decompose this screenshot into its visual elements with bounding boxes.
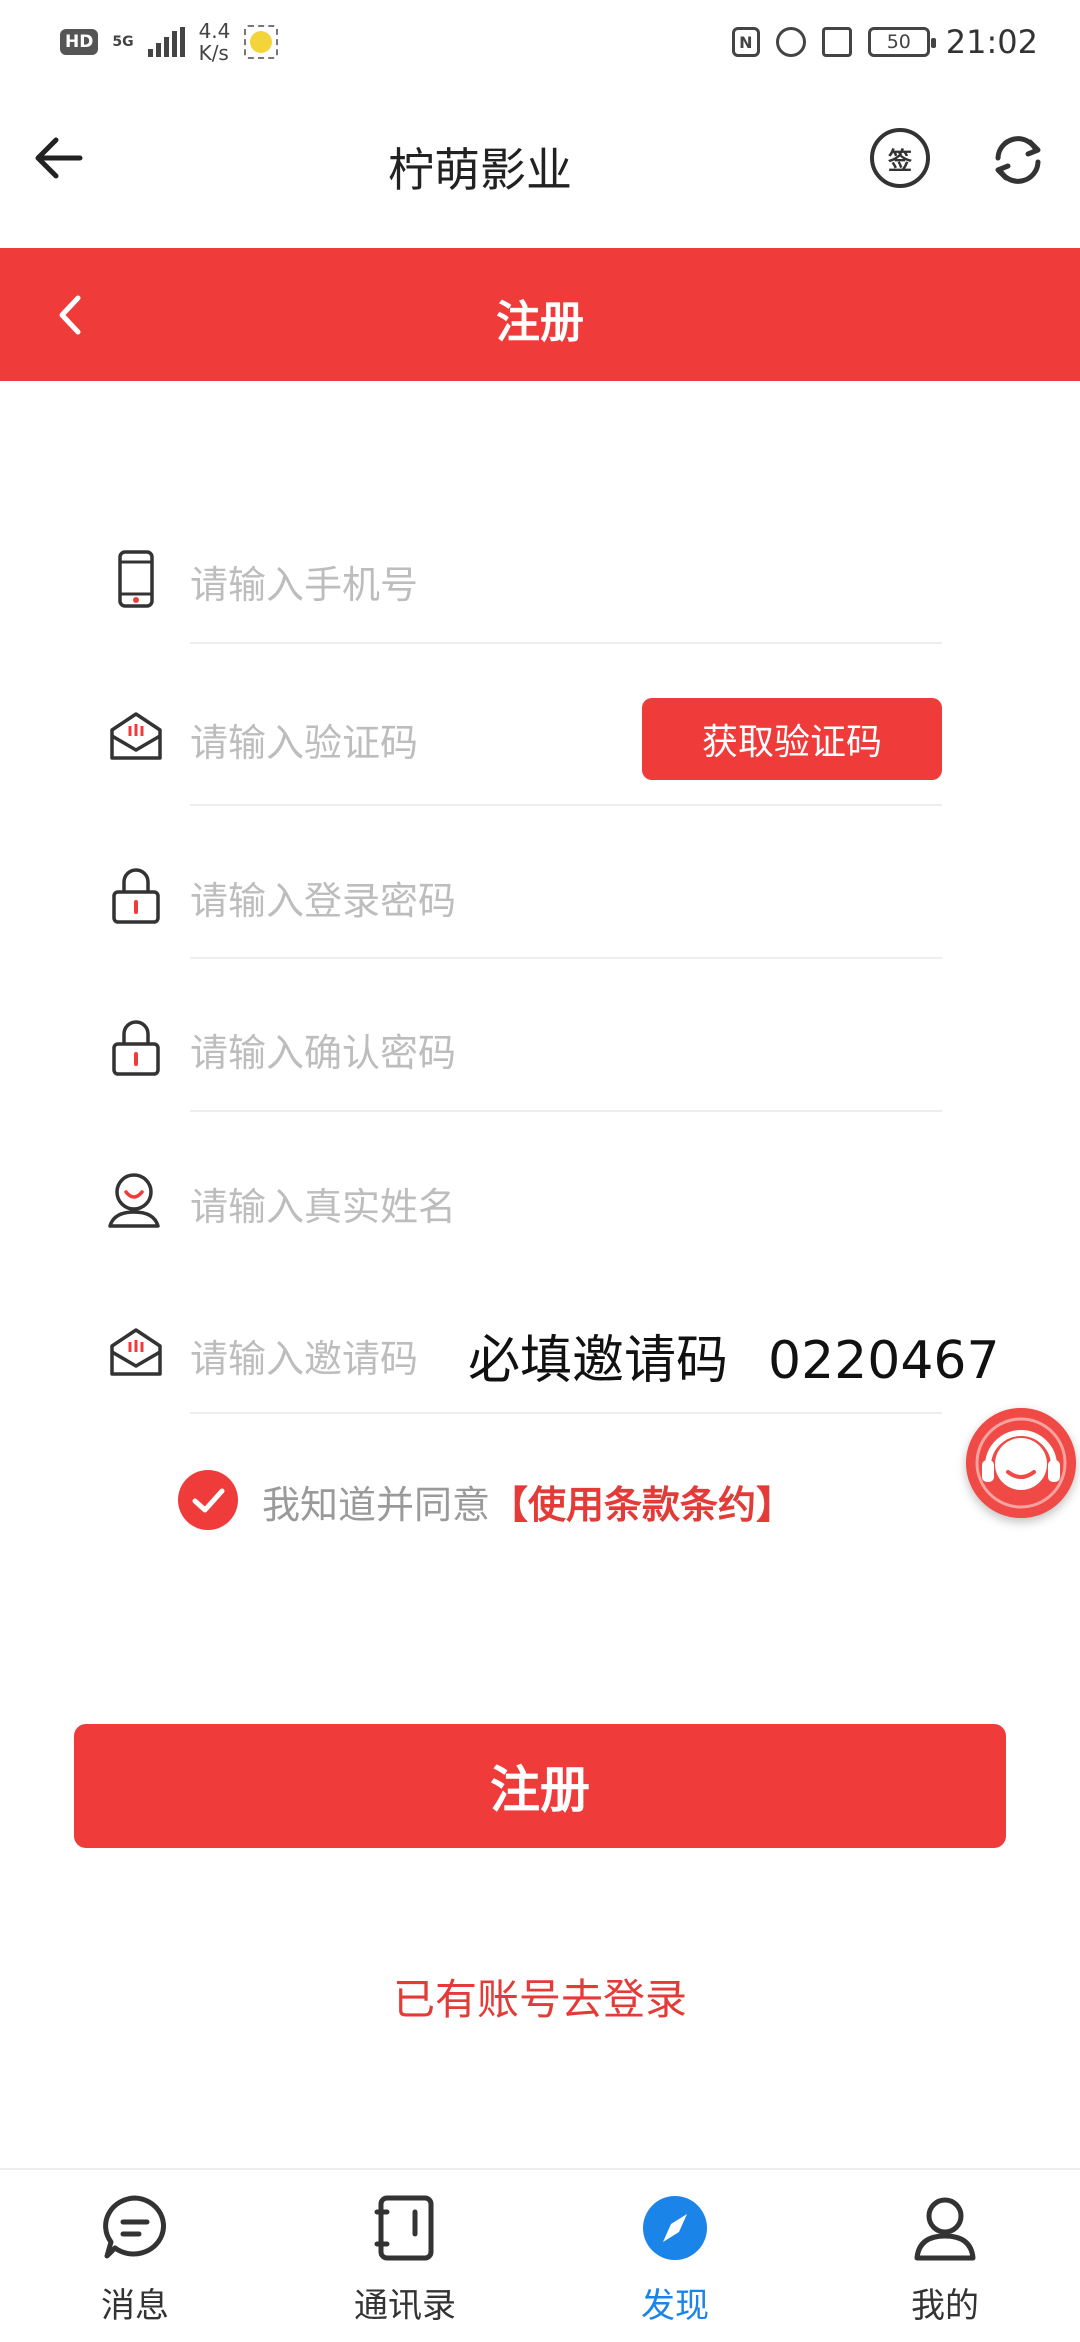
user-icon (108, 1173, 160, 1228)
app-title: 柠萌影业 (388, 143, 572, 197)
agreement-text: 我知道并同意【使用条款条约】 (262, 1474, 794, 1529)
message-icon (103, 2195, 167, 2259)
nav-item-contacts[interactable]: 通讯录 (270, 2170, 540, 2342)
password-input[interactable]: 请输入登录密码 (190, 870, 456, 925)
speed-value: 4.4 (198, 19, 231, 43)
password-underline (190, 957, 942, 959)
nav-item-discover[interactable]: 发现 (540, 2170, 810, 2342)
refresh-icon[interactable] (986, 128, 1050, 192)
envelope-icon (110, 712, 162, 760)
invite-code-input[interactable]: 请输入邀请码 (190, 1328, 418, 1383)
vibrate-icon (821, 27, 852, 57)
nav-label-contacts: 通讯录 (354, 2286, 456, 2326)
verification-code-input[interactable]: 请输入验证码 (190, 712, 418, 767)
profile-icon (914, 2197, 976, 2261)
battery-icon: 50 (867, 27, 936, 57)
nfc-icon: N (731, 27, 760, 57)
invite-note-text: 必填邀请码 (468, 1331, 729, 1391)
app-header: 柠萌影业 签 (0, 84, 1080, 248)
hd-badge: HD (60, 29, 99, 55)
status-left: HD 5G 4.4 K/s (60, 18, 279, 66)
sign-glyph: 签 (888, 146, 912, 175)
envelope-icon (110, 1328, 162, 1376)
clock: 21:02 (945, 23, 1038, 61)
alarm-icon (775, 27, 806, 57)
login-link[interactable]: 已有账号去登录 (0, 1966, 1080, 2027)
register-title: 注册 (496, 297, 584, 348)
register-title-bar: 注册 (0, 248, 1080, 381)
status-bar: HD 5G 4.4 K/s N 50 21:02 (0, 0, 1080, 84)
agree-checkbox[interactable] (178, 1470, 238, 1530)
nav-item-messages[interactable]: 消息 (0, 2170, 270, 2342)
phone-icon (118, 550, 154, 608)
invite-underline (190, 1412, 942, 1414)
phone-underline (190, 642, 942, 644)
battery-level: 50 (886, 31, 911, 53)
compass-icon (643, 2196, 707, 2260)
code-underline (190, 804, 942, 806)
lock-icon (112, 1020, 160, 1076)
invite-code-value: 0220467 (768, 1331, 1000, 1391)
status-right: N 50 21:02 (731, 18, 1038, 66)
register-button[interactable]: 注册 (74, 1724, 1006, 1848)
bottom-nav: 消息 通讯录 发现 我的 (0, 2168, 1080, 2340)
invite-code-note: 必填邀请码 0220467 (468, 1318, 1000, 1393)
contacts-icon (374, 2195, 434, 2261)
confirm-password-input[interactable]: 请输入确认密码 (190, 1022, 456, 1077)
agreement-label: 我知道并同意 (262, 1483, 491, 1527)
nav-label-messages: 消息 (101, 2286, 169, 2326)
confirm-underline (190, 1110, 942, 1112)
lock-icon (112, 868, 160, 924)
customer-service-icon[interactable] (966, 1408, 1076, 1518)
sign-in-icon[interactable]: 签 (870, 128, 930, 188)
real-name-input[interactable]: 请输入真实姓名 (190, 1176, 456, 1231)
phone-input[interactable]: 请输入手机号 (190, 554, 418, 609)
network-type: 5G (112, 34, 134, 50)
emoji-notification-icon (244, 25, 279, 59)
terms-link[interactable]: 【使用条款条约】 (490, 1483, 794, 1527)
nav-label-discover: 发现 (641, 2286, 709, 2326)
get-code-button[interactable]: 获取验证码 (642, 698, 942, 780)
signal-icon (147, 27, 185, 57)
network-speed: 4.4 K/s (199, 20, 231, 64)
nav-label-profile: 我的 (911, 2286, 979, 2326)
nav-item-profile[interactable]: 我的 (810, 2170, 1080, 2342)
speed-unit: K/s (198, 41, 229, 65)
